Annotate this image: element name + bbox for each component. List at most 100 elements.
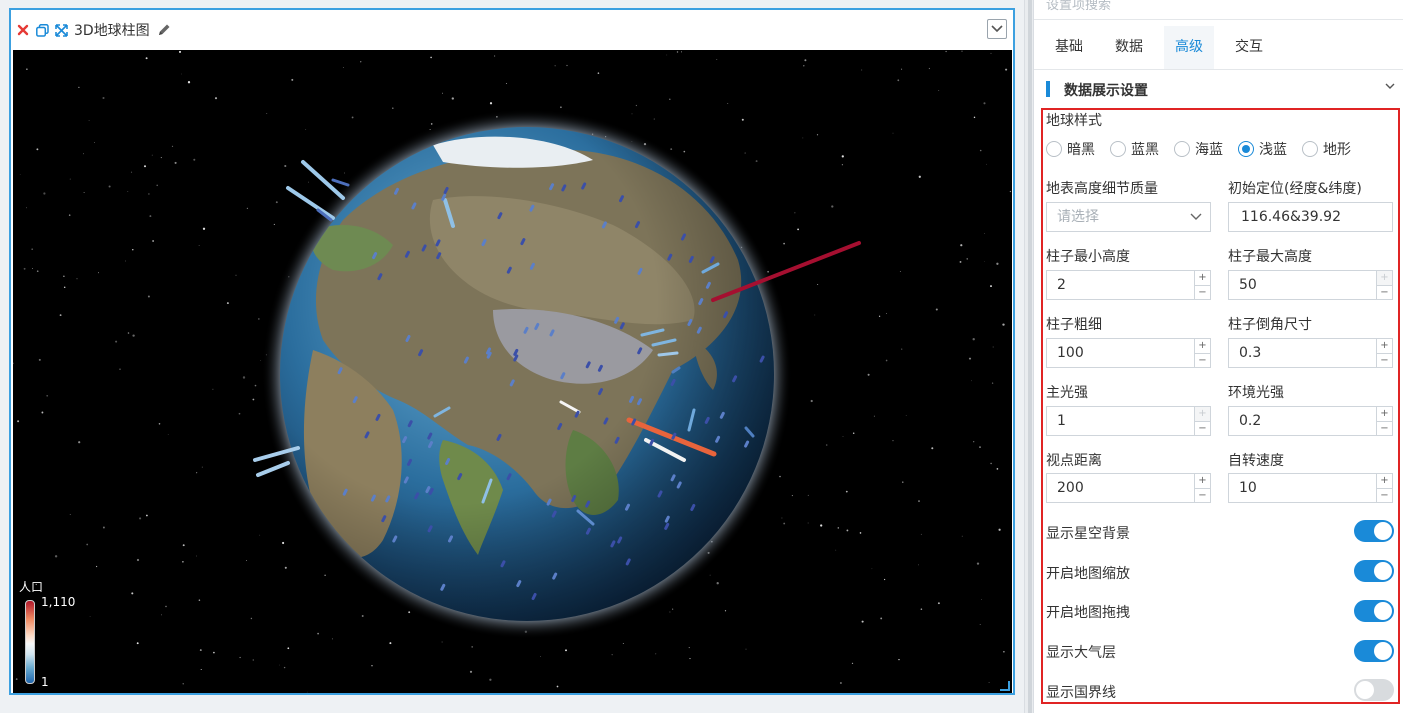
- population-bar: [614, 436, 620, 444]
- population-bar: [364, 431, 370, 439]
- population-bar: [574, 410, 580, 418]
- globe-widget[interactable]: 3D地球柱图 人口 1,110 1: [9, 8, 1015, 695]
- resize-handle[interactable]: [1000, 681, 1010, 691]
- max-height-stepper[interactable]: 50 + −: [1228, 270, 1393, 300]
- stepper-value: 10: [1239, 480, 1257, 496]
- main-light-stepper[interactable]: 1 + −: [1046, 406, 1211, 436]
- rotate-speed-stepper[interactable]: 10 + −: [1228, 473, 1393, 503]
- population-bar: [698, 298, 704, 306]
- panel-splitter[interactable]: [1024, 0, 1034, 713]
- stepper-buttons[interactable]: + −: [1376, 339, 1392, 367]
- stepper-buttons[interactable]: + −: [1194, 474, 1210, 502]
- population-bar: [585, 500, 591, 508]
- tab-interaction[interactable]: 交互: [1224, 26, 1274, 69]
- population-bar: [418, 349, 424, 357]
- population-bar: [523, 326, 529, 334]
- min-height-stepper[interactable]: 2 + −: [1046, 270, 1211, 300]
- toggle-starfield[interactable]: [1354, 520, 1394, 542]
- toggle-label-starfield: 显示星空背景: [1046, 526, 1130, 542]
- population-bar: [534, 323, 540, 330]
- radio-sea-blue[interactable]: 海蓝: [1174, 140, 1223, 158]
- ambient-light-stepper[interactable]: 0.2 + −: [1228, 406, 1393, 436]
- population-bar: [723, 311, 729, 319]
- toggle-label-zoom: 开启地图缩放: [1046, 566, 1130, 582]
- max-height-label: 柱子最大高度: [1228, 249, 1312, 265]
- initial-position-input[interactable]: 116.46&39.92: [1228, 202, 1393, 232]
- population-bar: [649, 438, 655, 446]
- section-marker: [1046, 81, 1050, 97]
- section-header[interactable]: 数据展示设置: [1046, 79, 1396, 101]
- widget-menu-button[interactable]: [987, 19, 1007, 39]
- toggle-borders[interactable]: [1354, 679, 1394, 701]
- population-bar: [670, 474, 676, 482]
- population-bar: [394, 187, 399, 195]
- population-bar: [496, 433, 502, 441]
- globe-stage[interactable]: 人口 1,110 1: [13, 50, 1012, 693]
- radio-terrain[interactable]: 地形: [1302, 140, 1351, 158]
- stepper-buttons[interactable]: + −: [1376, 474, 1392, 502]
- stepper-buttons[interactable]: + −: [1194, 339, 1210, 367]
- population-bar: [405, 335, 411, 342]
- population-bar: [557, 423, 563, 430]
- population-bar: [440, 583, 446, 591]
- population-bar: [637, 347, 643, 355]
- population-bar: [342, 488, 348, 496]
- population-bar: [513, 348, 519, 356]
- close-icon[interactable]: [15, 22, 31, 38]
- population-bar: [428, 488, 434, 495]
- stepper-buttons[interactable]: + −: [1376, 271, 1392, 299]
- bevel-label: 柱子倒角尺寸: [1228, 317, 1312, 333]
- stepper-value: 50: [1239, 277, 1257, 293]
- population-bar: [696, 326, 702, 334]
- radio-light-blue[interactable]: 浅蓝: [1238, 140, 1287, 158]
- settings-search-input[interactable]: 设置项搜索: [1046, 0, 1111, 13]
- population-bar: [549, 329, 555, 337]
- population-bar: [585, 527, 591, 535]
- population-bar: [531, 593, 537, 600]
- stepper-buttons[interactable]: + −: [1376, 407, 1392, 435]
- population-bar: [581, 182, 587, 190]
- toggle-zoom[interactable]: [1354, 560, 1394, 582]
- radio-label: 海蓝: [1195, 142, 1223, 158]
- copy-icon[interactable]: [34, 22, 50, 38]
- population-bar: [631, 418, 637, 426]
- rotate-speed-label: 自转速度: [1228, 453, 1284, 469]
- population-bar: [560, 372, 566, 380]
- tab-data[interactable]: 数据: [1104, 26, 1154, 69]
- population-bar: [352, 396, 358, 404]
- initial-position-label: 初始定位(经度&纬度): [1228, 181, 1362, 197]
- population-bar: [664, 522, 670, 530]
- view-distance-label: 视点距离: [1046, 453, 1102, 469]
- population-bar: [506, 266, 512, 274]
- radio-blue-black[interactable]: 蓝黑: [1110, 140, 1159, 158]
- stepper-buttons[interactable]: + −: [1194, 407, 1210, 435]
- toggle-atmosphere[interactable]: [1354, 640, 1394, 662]
- population-bar: [709, 256, 715, 264]
- population-bar: [427, 432, 433, 440]
- population-bar: [337, 367, 343, 375]
- tab-basic[interactable]: 基础: [1044, 26, 1094, 69]
- population-bar: [732, 375, 738, 383]
- bevel-stepper[interactable]: 0.3 + −: [1228, 338, 1393, 368]
- population-bar: [549, 183, 555, 191]
- population-bar: [486, 351, 492, 359]
- fullscreen-icon[interactable]: [53, 22, 69, 38]
- population-bar: [657, 351, 679, 357]
- population-bar: [603, 417, 609, 425]
- view-distance-stepper[interactable]: 200 + −: [1046, 473, 1211, 503]
- legend-max-label: 1,110: [41, 595, 76, 609]
- edit-pencil-icon[interactable]: [156, 22, 172, 38]
- population-bar: [625, 503, 630, 511]
- ambient-light-label: 环境光强: [1228, 385, 1284, 401]
- population-bar: [509, 379, 515, 387]
- radio-label: 地形: [1323, 142, 1351, 158]
- thickness-stepper[interactable]: 100 + −: [1046, 338, 1211, 368]
- population-bar: [715, 435, 721, 443]
- population-bar: [705, 281, 711, 289]
- tab-advanced[interactable]: 高级: [1164, 26, 1214, 69]
- stepper-buttons[interactable]: + −: [1194, 271, 1210, 299]
- toggle-drag[interactable]: [1354, 600, 1394, 622]
- terrain-quality-select[interactable]: 请选择: [1046, 202, 1211, 232]
- toggle-label-borders: 显示国界线: [1046, 685, 1116, 701]
- radio-dark[interactable]: 暗黑: [1046, 140, 1095, 158]
